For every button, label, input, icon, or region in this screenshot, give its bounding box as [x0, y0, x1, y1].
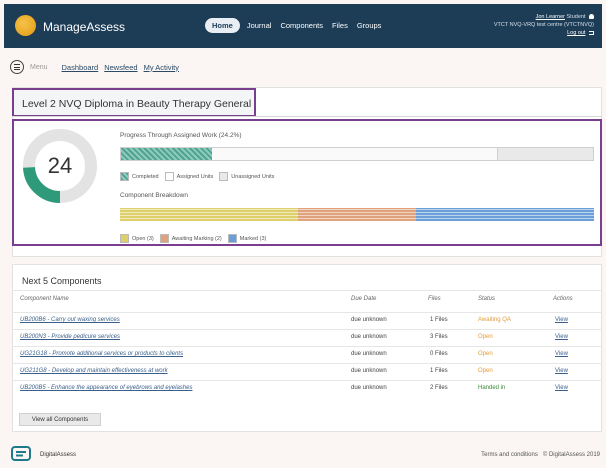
completed-swatch	[120, 172, 129, 181]
nav-components[interactable]: Components	[280, 21, 323, 30]
view-action-link[interactable]: View	[555, 334, 568, 340]
terms-link[interactable]: Terms and conditions	[481, 452, 538, 458]
view-all-components-button[interactable]: View all Components	[19, 413, 101, 426]
breakdown-swatch	[227, 234, 237, 243]
breakdown-legend-label: Awaiting Marking (2)	[171, 235, 222, 242]
nav-files[interactable]: Files	[332, 21, 348, 30]
user-role: Student	[566, 14, 586, 20]
header-status: Status	[478, 296, 496, 302]
footer-links: Terms and conditions © DigitalAssess 201…	[481, 452, 600, 458]
nav-groups[interactable]: Groups	[357, 21, 382, 30]
menu-label[interactable]: Menu	[30, 64, 48, 71]
progress-value: 24	[47, 153, 73, 178]
assigned-swatch	[164, 172, 174, 181]
due-date: due unknown	[351, 351, 387, 357]
component-name-link[interactable]: UG21G18 - Promote additional services or…	[20, 351, 183, 357]
user-name-link[interactable]: Jon Learner	[536, 14, 565, 20]
footer-brand: DigitalAssess	[40, 452, 77, 458]
due-date: due unknown	[351, 317, 387, 323]
header-due-date: Due Date	[351, 296, 377, 302]
component-name-link[interactable]: UB200B5 - Enhance the appearance of eyeb…	[20, 385, 192, 391]
view-action-link[interactable]: View	[555, 385, 568, 391]
view-action-link[interactable]: View	[555, 368, 568, 374]
view-action-link[interactable]: View	[555, 351, 568, 357]
file-count: 0 Files	[430, 351, 448, 357]
table-row-divider	[12, 346, 602, 347]
copyright: © DigitalAssess 2019	[542, 452, 600, 458]
due-date: due unknown	[351, 334, 387, 340]
page-title: Level 2 NVQ Diploma in Beauty Therapy Ge…	[12, 88, 256, 117]
sub-nav: Menu Dashboard Newsfeed My Activity	[10, 60, 185, 74]
table-row-divider	[12, 363, 602, 364]
hamburger-menu-icon[interactable]	[10, 60, 24, 74]
file-count: 1 Files	[430, 317, 448, 323]
subnav-newsfeed[interactable]: Newsfeed	[104, 63, 137, 72]
breakdown-label: Component Breakdown	[120, 192, 188, 199]
digitalassess-logo-icon	[11, 446, 31, 461]
header-actions: Actions	[553, 296, 573, 302]
status-badge: Handed in	[478, 385, 506, 391]
breakdown-swatch	[120, 234, 129, 243]
unassigned-swatch	[219, 172, 229, 181]
file-count: 1 Files	[430, 368, 448, 374]
breakdown-legend-item: Marked (3)	[227, 234, 267, 243]
nav-home[interactable]: Home	[205, 18, 240, 33]
legend-completed: Completed	[132, 173, 159, 180]
status-badge: Open	[478, 368, 493, 374]
divider	[12, 116, 602, 117]
logout-link[interactable]: Log out	[567, 30, 585, 36]
divider	[12, 290, 602, 291]
progress-bar-completed	[121, 148, 212, 160]
centre-name: VTCT NVQ-VRQ test centre (VTCTNVQ)	[493, 22, 594, 28]
progress-label: Progress Through Assigned Work (24.2%)	[120, 132, 242, 139]
component-name-link[interactable]: UB200N3 - Provide pedicure services	[20, 334, 120, 340]
logout-icon[interactable]	[589, 30, 594, 35]
file-count: 3 Files	[430, 334, 448, 340]
legend-assigned: Assigned Units	[176, 173, 214, 180]
table-row-divider	[12, 329, 602, 330]
progress-section	[12, 119, 602, 246]
header-component-name: Component Name	[20, 296, 69, 302]
breakdown-segment	[416, 208, 594, 221]
subnav-my-activity[interactable]: My Activity	[144, 63, 179, 72]
progress-legend: Completed Assigned Units Unassigned Unit…	[120, 172, 280, 181]
nav-journal[interactable]: Journal	[247, 21, 272, 30]
breakdown-legend-item: Open (3)	[120, 234, 154, 243]
component-breakdown-bar	[120, 208, 594, 221]
breakdown-legend: Open (3) Awaiting Marking (2) Marked (3)	[120, 234, 272, 243]
main-nav: Home Journal Components Files Groups	[205, 17, 390, 34]
components-title: Next 5 Components	[22, 276, 102, 286]
table-row-divider	[12, 312, 602, 313]
breakdown-legend-label: Open (3)	[132, 235, 154, 242]
breakdown-segment	[120, 208, 298, 221]
breakdown-swatch	[159, 234, 169, 243]
subnav-dashboard[interactable]: Dashboard	[62, 63, 99, 72]
status-badge: Awaiting QA	[478, 317, 511, 323]
top-navbar: ManageAssess Home Journal Components Fil…	[4, 4, 602, 48]
manageassess-logo-icon[interactable]	[15, 15, 36, 36]
user-info: Jon Learner Student VTCT NVQ-VRQ test ce…	[494, 13, 594, 37]
due-date: due unknown	[351, 385, 387, 391]
brand-name[interactable]: ManageAssess	[43, 20, 125, 34]
legend-unassigned: Unassigned Units	[231, 173, 275, 180]
progress-bar-unassigned	[497, 148, 593, 160]
status-badge: Open	[478, 351, 493, 357]
breakdown-legend-label: Marked (3)	[239, 235, 267, 242]
breakdown-segment	[297, 208, 417, 221]
due-date: due unknown	[351, 368, 387, 374]
component-name-link[interactable]: UB200B6 - Carry out waxing services	[20, 317, 120, 323]
user-icon	[589, 14, 594, 20]
table-row-divider	[12, 380, 602, 381]
breakdown-legend-item: Awaiting Marking (2)	[159, 234, 222, 243]
header-files: Files	[428, 296, 441, 302]
component-name-link[interactable]: UG211G8 - Develop and maintain effective…	[20, 368, 168, 374]
file-count: 2 Files	[430, 385, 448, 391]
status-badge: Open	[478, 334, 493, 340]
view-action-link[interactable]: View	[555, 317, 568, 323]
